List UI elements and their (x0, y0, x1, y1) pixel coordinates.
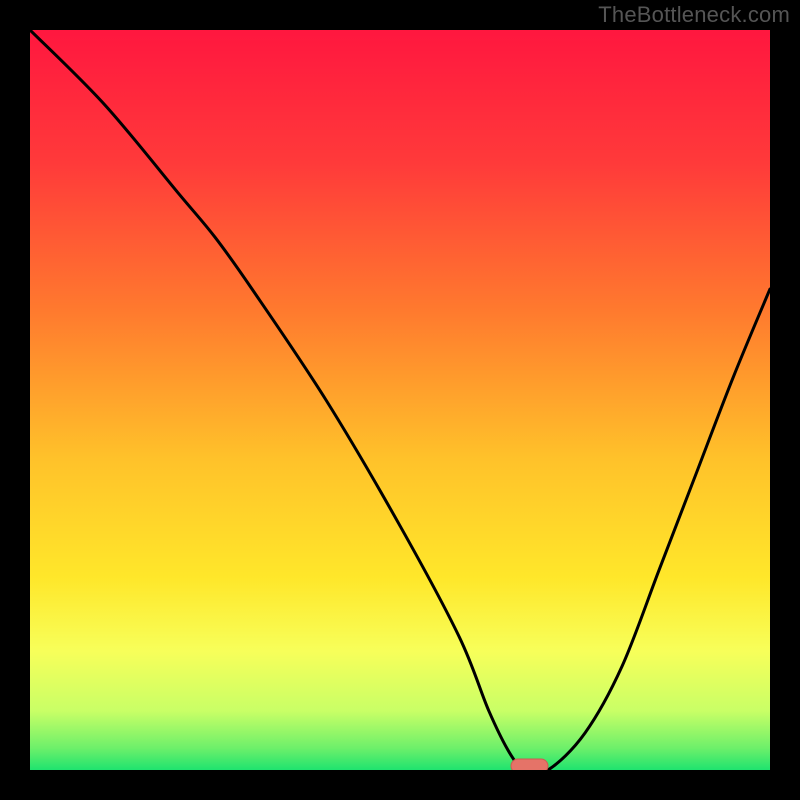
optimal-range-pill (511, 759, 548, 770)
bottleneck-chart-svg (30, 30, 770, 770)
chart-container: TheBottleneck.com (0, 0, 800, 800)
minimum-marker (511, 759, 548, 770)
watermark-text: TheBottleneck.com (598, 2, 790, 28)
plot-area (30, 30, 770, 770)
gradient-background (30, 30, 770, 770)
